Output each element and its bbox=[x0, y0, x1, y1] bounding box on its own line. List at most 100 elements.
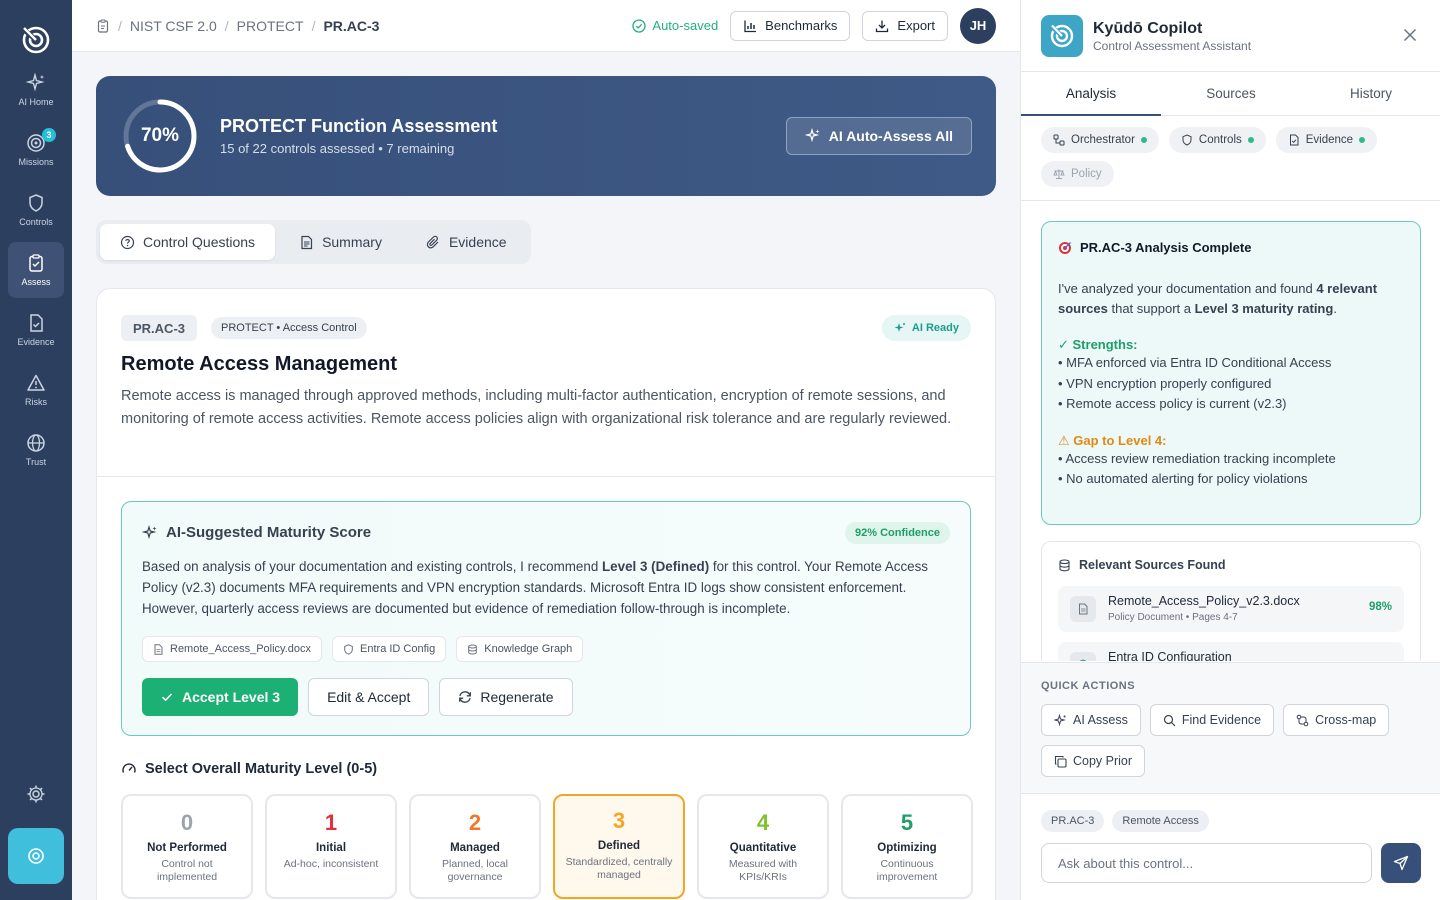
ai-suggestion-panel: AI-Suggested Maturity Score 92% Confiden… bbox=[121, 501, 971, 736]
strength-item: • Remote access policy is current (v2.3) bbox=[1058, 396, 1287, 411]
edit-accept-button[interactable]: Edit & Accept bbox=[308, 678, 430, 716]
sparkles-icon bbox=[804, 128, 820, 143]
maturity-level-3[interactable]: 3 Defined Standardized, centrally managed bbox=[553, 794, 685, 899]
benchmarks-button[interactable]: Benchmarks bbox=[730, 10, 851, 41]
level-description: Standardized, centrally managed bbox=[565, 856, 673, 881]
file-check-icon bbox=[30, 314, 43, 332]
sidebar-item-ai-home[interactable]: AI Home bbox=[8, 62, 64, 118]
target-icon bbox=[28, 848, 44, 864]
maturity-level-4[interactable]: 4 Quantitative Measured with KPIs/KRIs bbox=[697, 794, 829, 899]
source-item[interactable]: Remote_Access_Policy_v2.3.docx Policy Do… bbox=[1058, 586, 1404, 632]
agent-label: Policy bbox=[1071, 168, 1102, 180]
settings-icon[interactable] bbox=[26, 784, 46, 804]
ai-ready-label: AI Ready bbox=[911, 322, 959, 334]
topbar: / NIST CSF 2.0 / PROTECT / PR.AC-3 Auto-… bbox=[72, 0, 1020, 52]
ai-suggestion-text: Based on analysis of your documentation … bbox=[142, 556, 942, 619]
maturity-level-0[interactable]: 0 Not Performed Control not implemented bbox=[121, 794, 253, 899]
accept-level-button[interactable]: Accept Level 3 bbox=[142, 678, 299, 716]
copy-icon bbox=[1054, 755, 1067, 768]
quick-action-label: Find Evidence bbox=[1181, 713, 1262, 727]
bar-chart-icon bbox=[744, 20, 757, 32]
missions-badge: 3 bbox=[42, 128, 56, 142]
help-circle-icon bbox=[120, 235, 135, 249]
sidebar-item-label: Assess bbox=[21, 277, 51, 287]
breadcrumb-item-function[interactable]: PROTECT bbox=[237, 18, 304, 34]
context-chip[interactable]: PR.AC-3 bbox=[1041, 810, 1105, 832]
level-description: Planned, local governance bbox=[442, 858, 508, 883]
file-text-icon bbox=[301, 235, 313, 249]
sidebar-item-label: Missions bbox=[18, 157, 54, 167]
agent-orchestrator[interactable]: Orchestrator bbox=[1041, 127, 1159, 153]
sidebar-item-missions[interactable]: 3 Missions bbox=[8, 122, 64, 178]
regenerate-label: Regenerate bbox=[480, 689, 554, 705]
ai-auto-assess-all-button[interactable]: AI Auto-Assess All bbox=[785, 117, 972, 155]
analysis-title-row: PR.AC-3 Analysis Complete bbox=[1058, 240, 1404, 255]
assessment-title: PROTECT Function Assessment bbox=[220, 116, 498, 136]
analysis-message: PR.AC-3 Analysis Complete I've analyzed … bbox=[1041, 221, 1421, 525]
regenerate-button[interactable]: Regenerate bbox=[439, 678, 573, 716]
tab-summary[interactable]: Summary bbox=[279, 224, 402, 260]
agent-controls[interactable]: Controls bbox=[1168, 127, 1266, 153]
copilot-launcher-button[interactable] bbox=[8, 828, 64, 884]
source-relevance: 98% bbox=[1368, 601, 1392, 613]
main-content: 70% PROTECT Function Assessment 15 of 22… bbox=[72, 52, 1020, 900]
quick-action-find-evidence[interactable]: Find Evidence bbox=[1149, 704, 1275, 736]
gauge-icon bbox=[122, 763, 136, 773]
source-item[interactable]: Entra ID Configuration bbox=[1058, 642, 1404, 661]
evidence-chip-policy[interactable]: Remote_Access_Policy.docx bbox=[142, 636, 323, 662]
close-icon[interactable] bbox=[1403, 28, 1417, 42]
sidebar-item-controls[interactable]: Controls bbox=[8, 182, 64, 238]
sidebar-item-label: Evidence bbox=[17, 337, 55, 347]
maturity-heading: Select Overall Maturity Level (0-5) bbox=[121, 761, 377, 777]
tab-history[interactable]: History bbox=[1301, 72, 1440, 115]
tab-label: Control Questions bbox=[143, 234, 256, 250]
suggestion-actions: Accept Level 3 Edit & Accept Regenerate bbox=[142, 678, 573, 716]
level-number: 0 bbox=[180, 810, 194, 835]
export-label: Export bbox=[897, 18, 935, 33]
sidebar-item-label: Risks bbox=[25, 397, 47, 407]
sidebar-item-assess[interactable]: Assess bbox=[8, 242, 64, 298]
evidence-chip-entra[interactable]: Entra ID Config bbox=[332, 636, 447, 662]
benchmarks-label: Benchmarks bbox=[765, 18, 838, 33]
relevant-sources-card: Relevant Sources Found Remote_Access_Pol… bbox=[1041, 541, 1421, 661]
quick-action-label: AI Assess bbox=[1073, 713, 1128, 727]
agent-policy[interactable]: Policy bbox=[1041, 161, 1114, 187]
quick-action-cross-map[interactable]: Cross-map bbox=[1283, 704, 1390, 736]
sidebar-item-trust[interactable]: Trust bbox=[8, 422, 64, 478]
copilot-scroll-area[interactable]: PR.AC-3 Analysis Complete I've analyzed … bbox=[1021, 201, 1440, 661]
ai-suggestion-heading: AI-Suggested Maturity Score bbox=[142, 524, 371, 541]
evidence-chip-graph[interactable]: Knowledge Graph bbox=[456, 636, 584, 662]
sidebar-item-evidence[interactable]: Evidence bbox=[8, 302, 64, 358]
quick-action-copy-prior[interactable]: Copy Prior bbox=[1041, 745, 1146, 777]
copilot-panel: Kyūdō Copilot Control Assessment Assista… bbox=[1020, 0, 1440, 900]
sidebar-item-risks[interactable]: Risks bbox=[8, 362, 64, 418]
workflow-icon bbox=[1053, 134, 1065, 146]
edit-accept-label: Edit & Accept bbox=[327, 689, 411, 705]
agent-evidence[interactable]: Evidence bbox=[1275, 127, 1378, 153]
database-icon bbox=[1059, 558, 1070, 571]
quick-action-ai-assess[interactable]: AI Assess bbox=[1041, 704, 1141, 736]
copilot-title: Kyūdō Copilot bbox=[1093, 20, 1203, 37]
breadcrumb-item-framework[interactable]: NIST CSF 2.0 bbox=[130, 18, 217, 34]
app-logo[interactable] bbox=[18, 22, 54, 58]
ai-ready-badge: AI Ready bbox=[881, 315, 971, 341]
tab-analysis[interactable]: Analysis bbox=[1021, 72, 1161, 116]
tab-evidence[interactable]: Evidence bbox=[406, 224, 527, 260]
maturity-level-2[interactable]: 2 Managed Planned, local governance bbox=[409, 794, 541, 899]
user-avatar[interactable]: JH bbox=[960, 7, 996, 44]
sparkles-icon bbox=[894, 323, 905, 332]
tab-sources[interactable]: Sources bbox=[1161, 72, 1301, 115]
send-button[interactable] bbox=[1381, 843, 1421, 883]
level-number: 1 bbox=[324, 810, 338, 835]
tab-control-questions[interactable]: Control Questions bbox=[100, 224, 276, 260]
check-circle-icon bbox=[632, 18, 647, 33]
chip-label: Knowledge Graph bbox=[484, 643, 573, 655]
shield-icon bbox=[344, 643, 353, 655]
context-chip[interactable]: Remote Access bbox=[1112, 810, 1209, 832]
export-button[interactable]: Export bbox=[862, 10, 948, 41]
ask-input[interactable] bbox=[1041, 843, 1372, 883]
maturity-level-1[interactable]: 1 Initial Ad-hoc, inconsistent bbox=[265, 794, 397, 899]
shield-icon bbox=[1070, 652, 1096, 661]
ai-suggestion-title: AI-Suggested Maturity Score bbox=[166, 524, 372, 541]
maturity-level-5[interactable]: 5 Optimizing Continuous improvement bbox=[841, 794, 973, 899]
